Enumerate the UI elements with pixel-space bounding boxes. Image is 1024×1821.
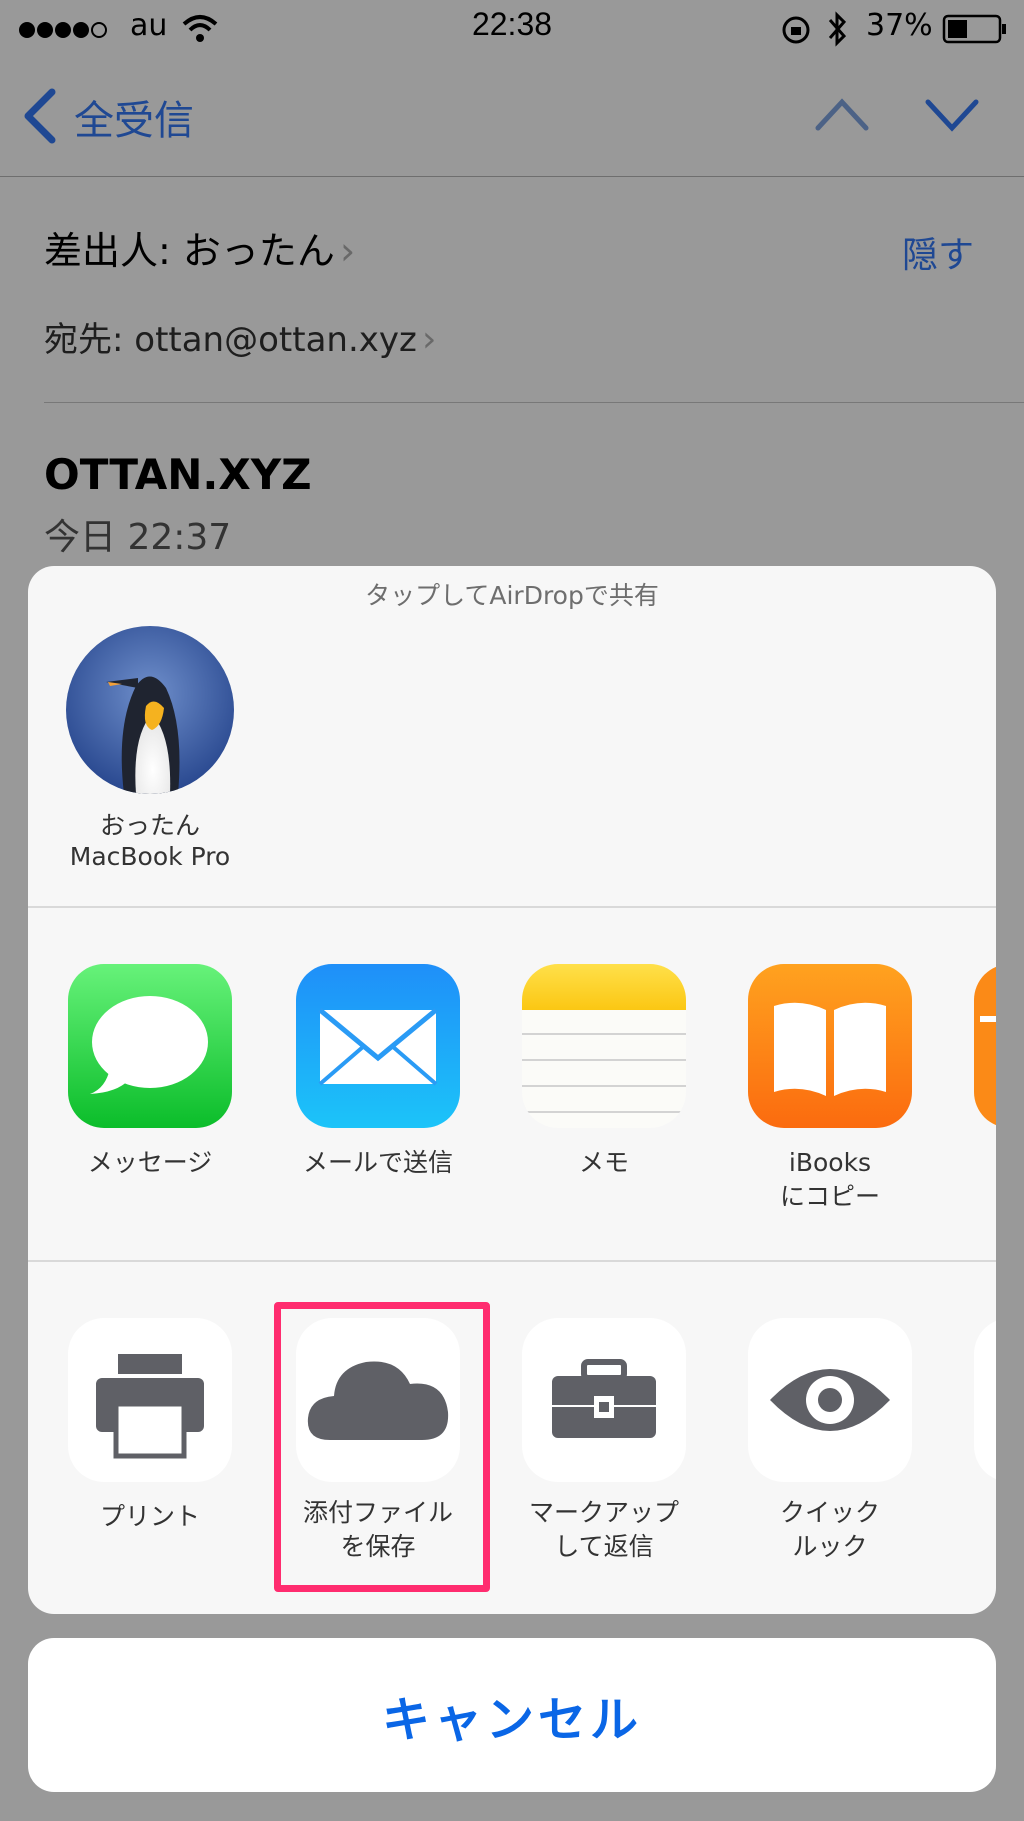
airdrop-device-avatar[interactable]: [66, 626, 234, 794]
sheet-separator: [28, 1260, 996, 1262]
app-item-notes[interactable]: [522, 964, 686, 1128]
action-item-quick-look[interactable]: [748, 1318, 912, 1482]
app-item-ibooks[interactable]: [748, 964, 912, 1128]
action-label-quicklook-line2: ルック: [792, 1532, 868, 1561]
airdrop-device-name: おったん: [99, 811, 200, 840]
notes-icon: [522, 964, 686, 1128]
highlight-annotation: [274, 1302, 490, 1592]
action-label-quicklook-line1: クイック: [779, 1498, 880, 1527]
penguin-avatar-icon: [66, 626, 234, 794]
app-item-messages[interactable]: [68, 964, 232, 1128]
app-label-ibooks-line2: にコピー: [779, 1182, 880, 1211]
messages-icon: [68, 964, 232, 1128]
action-item-markup-reply[interactable]: [522, 1318, 686, 1482]
sheet-separator: [28, 906, 996, 908]
app-label-notes: メモ: [578, 1148, 629, 1177]
app-label-messages: メッセージ: [87, 1148, 213, 1177]
app-label-mail: メールで送信: [302, 1148, 453, 1177]
airdrop-device-model: MacBook Pro: [69, 842, 231, 871]
app-label-ibooks-line1: iBooks: [788, 1148, 872, 1177]
cancel-button[interactable]: キャンセル: [28, 1638, 996, 1792]
action-item-partial[interactable]: [974, 1318, 996, 1482]
app-item-partial[interactable]: [974, 964, 996, 1128]
app-item-mail[interactable]: [296, 964, 460, 1128]
cancel-button-label: キャンセル: [381, 1692, 642, 1748]
mail-icon: [296, 964, 460, 1128]
printer-icon: [68, 1318, 232, 1482]
action-label-markup-line1: マークアップ: [528, 1498, 679, 1527]
partial-action-icon: [974, 1318, 996, 1482]
action-label-print: プリント: [99, 1502, 200, 1531]
action-label-markup-line2: して返信: [554, 1532, 654, 1561]
action-item-print[interactable]: [68, 1318, 232, 1482]
ibooks-icon: [748, 964, 912, 1128]
toolbox-icon: [522, 1318, 686, 1482]
share-sheet: タップしてAirDropで共有 おったん MacBook Pro メッセージ メ…: [28, 566, 996, 1614]
partial-app-icon: [974, 964, 996, 1128]
eye-icon: [748, 1318, 912, 1482]
airdrop-title: タップしてAirDropで共有: [365, 581, 659, 610]
